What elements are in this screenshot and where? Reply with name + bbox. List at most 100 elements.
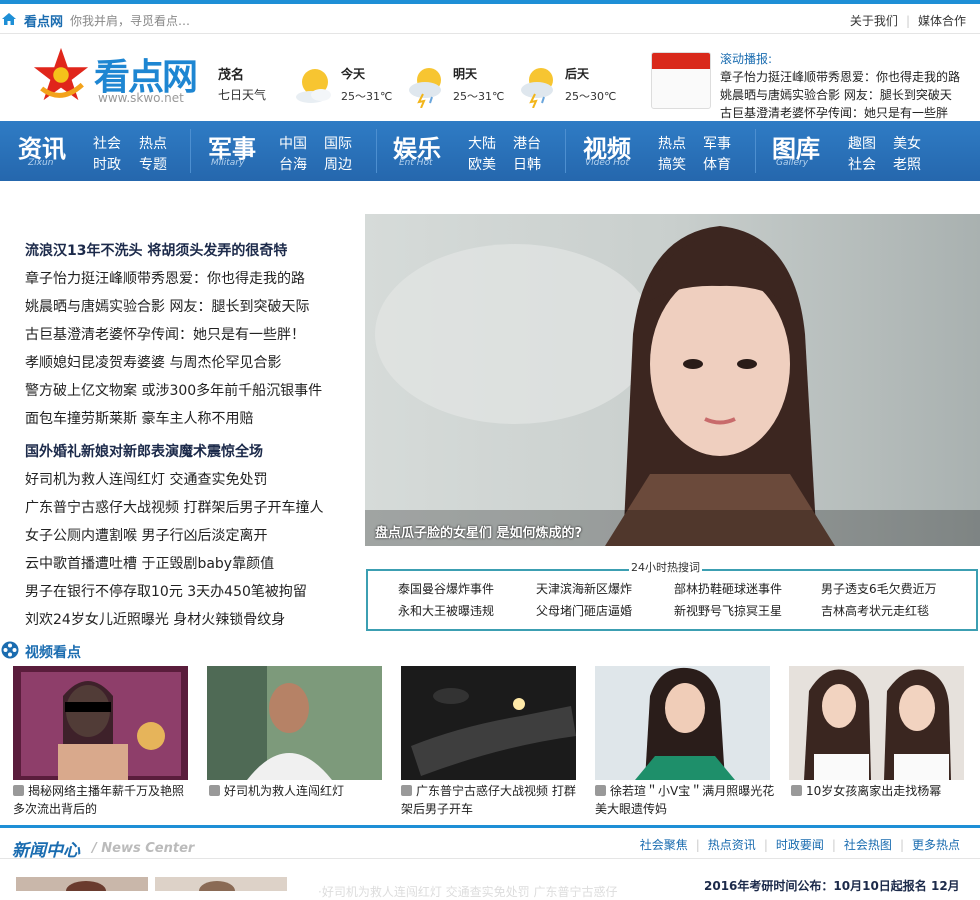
nav-sub-link[interactable]: 大陆 — [468, 133, 496, 153]
hot-search-term[interactable]: 部林扔鞋砸球迷事件 — [674, 580, 782, 597]
nav-gallery-en: Gallery — [776, 158, 809, 168]
media-cooperation-link[interactable]: 媒体合作 — [918, 12, 966, 29]
weather-temp: 25～31℃ — [341, 90, 393, 103]
site-name-link[interactable]: 看点网 — [24, 11, 63, 30]
hero-image[interactable] — [365, 214, 980, 546]
nav-sub-link[interactable]: 老照 — [893, 154, 921, 174]
hot-search-term[interactable]: 父母堵门砸店逼婚 — [536, 602, 632, 619]
main-nav: 资讯 Zixun 社会 热点 时政 专题 军事 Military 中国 国际 台… — [0, 121, 980, 181]
video-caption-text: 广东普宁古惑仔大战视频 打群架后男子开车 — [401, 784, 576, 816]
seven-day-weather-link[interactable]: 七日天气 — [218, 86, 266, 103]
headline-item[interactable]: 警方破上亿文物案 或涉300多年前千船沉银事件 — [25, 380, 322, 400]
video-caption[interactable]: 10岁女孩离家出走找杨幂 — [791, 782, 971, 800]
news-list-item-faint[interactable]: ·好司机为救人连闯红灯 交通查实免处罚 广东普宁古惑仔 — [318, 883, 617, 900]
news-link[interactable]: 社会热图 — [844, 838, 892, 852]
news-center-en: / News Center — [92, 841, 195, 856]
divider: | — [831, 838, 836, 852]
nav-sub-link[interactable]: 日韩 — [513, 154, 541, 174]
nav-sub-link[interactable]: 欧美 — [468, 154, 496, 174]
video-caption[interactable]: 好司机为救人连闯红灯 — [209, 782, 389, 800]
headline-item[interactable]: 姚晨晒与唐嫣实验合影 网友：腿长到突破天际 — [25, 296, 309, 316]
nav-sub-link[interactable]: 搞笑 — [658, 154, 686, 174]
divider: | — [899, 838, 904, 852]
nav-sub-link[interactable]: 周边 — [324, 154, 352, 174]
video-thumbnail[interactable] — [13, 666, 188, 780]
video-section-title[interactable]: 视频看点 — [25, 642, 81, 662]
divider: | — [695, 838, 700, 852]
nav-zixun-en: Zixun — [28, 158, 54, 168]
weather-city[interactable]: 茂名 — [218, 64, 244, 83]
logo-url: www.skwo.net — [98, 91, 184, 105]
news-thumbnail[interactable] — [16, 877, 148, 891]
headline-item[interactable]: 刘欢24岁女儿近照曝光 身材火辣锁骨纹身 — [25, 609, 285, 629]
nav-divider — [190, 129, 191, 173]
hot-search-term[interactable]: 新视野号飞掠冥王星 — [674, 602, 782, 619]
scroll-news-item[interactable]: 姚晨晒与唐嫣实验合影 网友：腿长到突破天 — [720, 86, 970, 104]
headline-item[interactable]: 云中歌首播遭吐槽 于正毁剧baby靠颜值 — [25, 553, 274, 573]
hot-search-term[interactable]: 泰国曼谷爆炸事件 — [398, 580, 494, 597]
news-center-links: 社会聚焦 | 热点资讯 | 时政要闻 | 社会热图 | 更多热点 — [640, 836, 960, 853]
about-us-link[interactable]: 关于我们 — [850, 12, 898, 29]
headline-item[interactable]: 国外婚礼新娘对新郎表演魔术震惊全场 — [25, 441, 263, 461]
nav-sub-link[interactable]: 国际 — [324, 133, 352, 153]
news-link[interactable]: 热点资讯 — [708, 838, 756, 852]
news-right-headline[interactable]: 2016年考研时间公布：10月10日起报名 12月 — [704, 877, 960, 894]
video-caption-text: 揭秘网络主播年薪千万及艳照多次流出背后的 — [13, 784, 185, 816]
weather-temp: 25～30℃ — [565, 90, 617, 103]
headline-item[interactable]: 孝顺媳妇昆凌贺寿婆婆 与周杰伦罕见合影 — [25, 352, 281, 372]
nav-sub-link[interactable]: 社会 — [848, 154, 876, 174]
news-thumbnail[interactable] — [155, 877, 287, 891]
headline-item[interactable]: 广东普宁古惑仔大战视频 打群架后男子开车撞人 — [25, 497, 323, 517]
headline-item[interactable]: 流浪汉13年不洗头 将胡须头发弄的很奇特 — [25, 240, 287, 260]
nav-divider — [755, 129, 756, 173]
video-caption[interactable]: 徐若瑄＂小V宝＂满月照曝光花美大眼遗传妈 — [595, 782, 775, 818]
headline-item[interactable]: 章子怡力挺汪峰顺带秀恩爱：你也得走我的路 — [25, 268, 305, 288]
headline-item[interactable]: 古巨基澄清老婆怀孕传闻：她只是有一些胖！ — [25, 324, 305, 344]
news-center-underline — [0, 858, 980, 859]
nav-sub-link[interactable]: 军事 — [703, 133, 731, 153]
hot-search-term[interactable]: 男子透支6毛欠费近万 — [821, 580, 937, 597]
weather-day: 明天 — [453, 67, 478, 81]
video-caption[interactable]: 广东普宁古惑仔大战视频 打群架后男子开车 — [401, 782, 581, 818]
news-link[interactable]: 更多热点 — [912, 838, 960, 852]
hero-caption[interactable]: 盘点瓜子脸的女星们 是如何炼成的? — [375, 522, 582, 541]
hot-search-term[interactable]: 永和大王被曝违规 — [398, 602, 494, 619]
play-icon — [401, 785, 412, 796]
nav-sub-link[interactable]: 港台 — [513, 133, 541, 153]
hot-search-term[interactable]: 吉林高考状元走红毯 — [821, 602, 929, 619]
video-caption-text: 10岁女孩离家出走找杨幂 — [806, 784, 942, 798]
nav-sub-link[interactable]: 体育 — [703, 154, 731, 174]
nav-sub-link[interactable]: 专题 — [139, 154, 167, 174]
video-thumbnail[interactable] — [401, 666, 576, 780]
nav-sub-link[interactable]: 热点 — [658, 133, 686, 153]
nav-sub-link[interactable]: 中国 — [279, 133, 307, 153]
video-thumbnail[interactable] — [789, 666, 964, 780]
weather-day: 今天 — [341, 67, 366, 81]
scroll-news-item[interactable]: 章子怡力挺汪峰顺带秀恩爱：你也得走我的路 — [720, 68, 970, 86]
home-icon[interactable] — [1, 12, 17, 26]
nav-sub-link[interactable]: 社会 — [93, 133, 121, 153]
news-link[interactable]: 社会聚焦 — [640, 838, 688, 852]
weather-day: 后天 — [565, 67, 590, 81]
nav-sub-link[interactable]: 趣图 — [848, 133, 876, 153]
logo-star-icon[interactable] — [32, 46, 90, 104]
video-caption-text: 好司机为救人连闯红灯 — [224, 784, 345, 798]
nav-sub-link[interactable]: 热点 — [139, 133, 167, 153]
video-caption-text: 徐若瑄＂小V宝＂满月照曝光花美大眼遗传妈 — [595, 784, 775, 816]
video-thumbnail[interactable] — [207, 666, 382, 780]
scroll-news-item[interactable]: 古巨基澄清老婆怀孕传闻：她只是有一些胖 — [720, 104, 970, 120]
headline-item[interactable]: 女子公厕内遭割喉 男子行凶后淡定离开 — [25, 525, 267, 545]
headline-item[interactable]: 面包车撞劳斯莱斯 豪车主人称不用赔 — [25, 408, 253, 428]
headline-item[interactable]: 好司机为救人连闯红灯 交通查实免处罚 — [25, 469, 267, 489]
video-caption[interactable]: 揭秘网络主播年薪千万及艳照多次流出背后的 — [13, 782, 193, 818]
nav-sub-link[interactable]: 时政 — [93, 154, 121, 174]
divider: | — [905, 14, 910, 28]
news-link[interactable]: 时政要闻 — [776, 838, 824, 852]
nav-sub-link[interactable]: 台海 — [279, 154, 307, 174]
thunder-rain-icon — [521, 68, 553, 108]
hot-search-term[interactable]: 天津滨海新区爆炸 — [536, 580, 632, 597]
video-thumbnail[interactable] — [595, 666, 770, 780]
news-center-bar — [0, 825, 980, 828]
nav-sub-link[interactable]: 美女 — [893, 133, 921, 153]
headline-item[interactable]: 男子在银行不停存取10元 3天办450笔被拘留 — [25, 581, 307, 601]
